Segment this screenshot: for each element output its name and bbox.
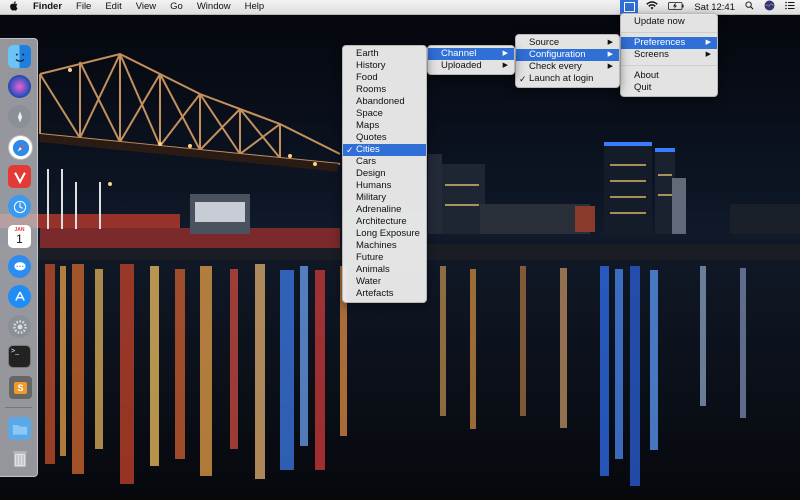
menu-item-label: Preferences <box>634 37 686 48</box>
siri-icon[interactable] <box>764 0 775 14</box>
channel-item-space[interactable]: Space <box>343 108 426 120</box>
downloads-folder-icon[interactable] <box>8 417 31 440</box>
menu-window[interactable]: Window <box>190 0 238 14</box>
channel-item-rooms[interactable]: Rooms <box>343 84 426 96</box>
launchpad-icon[interactable] <box>8 105 31 128</box>
dock: JAN 1 >_ S <box>0 38 38 477</box>
apple-menu-icon[interactable] <box>0 0 26 14</box>
submenu-arrow-icon: ▶ <box>705 39 711 46</box>
menu-item-source[interactable]: Source ▶ <box>516 37 619 49</box>
channel-item-adrenaline[interactable]: Adrenaline <box>343 204 426 216</box>
menu-item-about[interactable]: About <box>621 70 717 82</box>
menu-go[interactable]: Go <box>163 0 190 14</box>
channel-item-design[interactable]: Design <box>343 168 426 180</box>
menu-item-preferences[interactable]: Preferences ▶ <box>621 37 717 49</box>
channel-item-military[interactable]: Military <box>343 192 426 204</box>
safari-icon[interactable] <box>8 135 33 160</box>
finder-icon[interactable] <box>8 45 31 68</box>
terminal-icon[interactable]: >_ <box>8 345 31 368</box>
channel-item-food[interactable]: Food <box>343 72 426 84</box>
channel-submenu: Earth History Food Rooms Abandoned Space… <box>342 45 427 303</box>
submenu-arrow-icon: ▶ <box>607 63 613 70</box>
channel-item-architecture[interactable]: Architecture <box>343 216 426 228</box>
menu-item-launch-at-login[interactable]: ✓ Launch at login <box>516 73 619 85</box>
battery-icon[interactable] <box>668 1 684 13</box>
channel-item-earth[interactable]: Earth <box>343 48 426 60</box>
sublime-text-letter: S <box>14 381 27 394</box>
menu-item-uploaded[interactable]: Uploaded ▶ <box>428 60 514 72</box>
menu-item-label: Launch at login <box>529 73 594 84</box>
submenu-arrow-icon: ▶ <box>607 39 613 46</box>
channel-item-animals[interactable]: Animals <box>343 264 426 276</box>
terminal-prompt: >_ <box>11 348 19 355</box>
menu-view[interactable]: View <box>129 0 163 14</box>
notification-center-icon[interactable] <box>785 1 795 13</box>
menu-item-label: Screens <box>634 49 669 60</box>
channel-item-maps[interactable]: Maps <box>343 120 426 132</box>
menu-item-label: Source <box>529 37 560 48</box>
configuration-submenu: Channel ▶ Uploaded ▶ <box>427 45 515 75</box>
menu-item-label: Configuration <box>529 49 586 60</box>
channel-item-cars[interactable]: Cars <box>343 156 426 168</box>
status-area: Sat 12:41 <box>617 0 800 14</box>
messages-icon[interactable] <box>8 255 31 278</box>
preferences-submenu: Source ▶ Configuration ▶ Check every ▶ ✓… <box>515 34 620 88</box>
status-app-menu: Update now Preferences ▶ Screens ▶ About… <box>620 13 718 97</box>
vivaldi-icon[interactable] <box>8 165 31 188</box>
app-store-icon[interactable] <box>8 285 31 308</box>
channel-item-abandoned[interactable]: Abandoned <box>343 96 426 108</box>
channel-item-future[interactable]: Future <box>343 252 426 264</box>
channel-item-artefacts[interactable]: Artefacts <box>343 288 426 300</box>
menu-item-quit[interactable]: Quit <box>621 82 717 94</box>
wifi-icon[interactable] <box>646 1 659 13</box>
system-preferences-icon[interactable] <box>8 315 31 338</box>
siri-icon[interactable] <box>8 75 31 98</box>
menu-separator <box>621 65 717 66</box>
submenu-arrow-icon: ▶ <box>502 50 508 57</box>
menu-item-channel[interactable]: Channel ▶ <box>428 48 514 60</box>
calendar-icon[interactable]: JAN 1 <box>8 225 31 248</box>
wallpaper-app-status-icon[interactable] <box>620 0 639 14</box>
menu-separator <box>621 32 717 33</box>
menu-help[interactable]: Help <box>238 0 272 14</box>
checkmark-icon: ✓ <box>346 145 354 155</box>
menu-item-configuration[interactable]: Configuration ▶ <box>516 49 619 61</box>
menu-item-label: Check every <box>529 61 582 72</box>
channel-item-quotes[interactable]: Quotes <box>343 132 426 144</box>
menu-item-update-now[interactable]: Update now <box>621 16 717 28</box>
menu-file[interactable]: File <box>69 0 98 14</box>
submenu-arrow-icon: ▶ <box>607 51 613 58</box>
channel-item-water[interactable]: Water <box>343 276 426 288</box>
channel-item-machines[interactable]: Machines <box>343 240 426 252</box>
channel-item-long-exposure[interactable]: Long Exposure <box>343 228 426 240</box>
channel-item-cities[interactable]: ✓ Cities <box>343 144 426 156</box>
menu-item-label: Channel <box>441 48 477 59</box>
trash-icon[interactable] <box>8 447 31 470</box>
dock-separator <box>5 407 32 408</box>
menu-item-screens[interactable]: Screens ▶ <box>621 49 717 61</box>
menu-item-label: Uploaded <box>441 60 482 71</box>
clock[interactable]: Sat 12:41 <box>694 2 735 13</box>
calendar-day: 1 <box>16 232 23 246</box>
channel-item-humans[interactable]: Humans <box>343 180 426 192</box>
app-menu-finder[interactable]: Finder <box>26 0 69 14</box>
sublime-text-icon[interactable]: S <box>8 375 33 400</box>
menu-item-check-every[interactable]: Check every ▶ <box>516 61 619 73</box>
submenu-arrow-icon: ▶ <box>502 62 508 69</box>
submenu-arrow-icon: ▶ <box>705 51 711 58</box>
menu-edit[interactable]: Edit <box>98 0 128 14</box>
channel-item-label: Cities <box>356 144 380 155</box>
channel-item-history[interactable]: History <box>343 60 426 72</box>
spotlight-icon[interactable] <box>745 1 754 13</box>
mail-icon[interactable] <box>8 195 31 218</box>
checkmark-icon: ✓ <box>519 74 527 84</box>
